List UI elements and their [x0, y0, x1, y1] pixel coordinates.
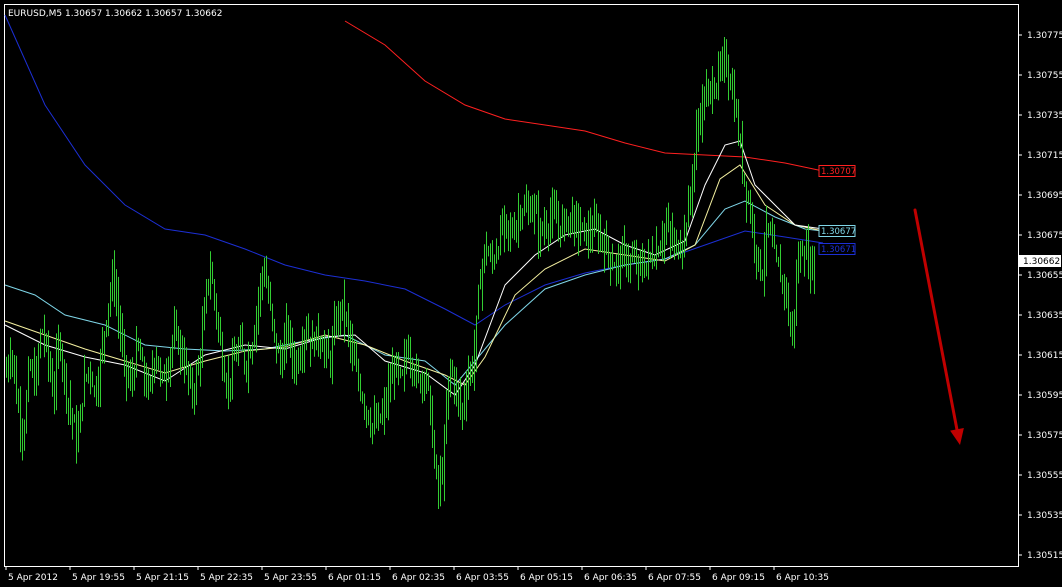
y-tick-label: 1.30675 [1027, 231, 1062, 241]
y-tick-label: 1.30715 [1027, 151, 1062, 161]
y-tick-label: 1.30655 [1027, 271, 1062, 281]
price-tag-label: 1.30671 [821, 245, 856, 255]
x-tick-label: 5 Apr 23:55 [264, 573, 317, 583]
y-tick-label: 1.30575 [1027, 431, 1062, 441]
x-tick-label: 6 Apr 09:15 [712, 573, 765, 583]
y-tick-label: 1.30735 [1027, 111, 1062, 121]
y-tick-label: 1.30635 [1027, 311, 1062, 321]
x-tick-label: 6 Apr 02:35 [392, 573, 445, 583]
y-tick-label: 1.30515 [1027, 551, 1062, 561]
y-tick-label: 1.30755 [1027, 71, 1062, 81]
price-chart[interactable]: 1.30775 1.30755 1.30735 1.30715 1.30695 1.306… [0, 0, 1062, 587]
price-tag-label: 1.30677 [821, 227, 856, 237]
y-tick-label: 1.30695 [1027, 191, 1062, 201]
x-tick-label: 6 Apr 03:55 [456, 573, 509, 583]
y-tick-label: 1.30555 [1027, 471, 1062, 481]
y-tick-label: 1.30775 [1027, 31, 1062, 41]
x-tick-label: 6 Apr 05:15 [520, 573, 573, 583]
y-tick-label: 1.30615 [1027, 351, 1062, 361]
y-tick-label: 1.30535 [1027, 511, 1062, 521]
current-price-label: 1.30662 [1023, 257, 1060, 267]
x-tick-label: 5 Apr 2012 [8, 573, 58, 583]
x-tick-label: 5 Apr 19:55 [72, 573, 125, 583]
x-tick-label: 5 Apr 21:15 [136, 573, 189, 583]
chart-title: EURUSD,M5 1.30657 1.30662 1.30657 1.3066… [8, 9, 222, 19]
y-tick-label: 1.30595 [1027, 391, 1062, 401]
x-tick-label: 6 Apr 07:55 [648, 573, 701, 583]
x-tick-label: 6 Apr 06:35 [584, 573, 637, 583]
x-tick-label: 5 Apr 22:35 [200, 573, 253, 583]
price-tag-label: 1.30707 [821, 167, 856, 177]
x-tick-label: 6 Apr 10:35 [776, 573, 829, 583]
chart-background [0, 0, 1062, 587]
x-tick-label: 6 Apr 01:15 [328, 573, 381, 583]
